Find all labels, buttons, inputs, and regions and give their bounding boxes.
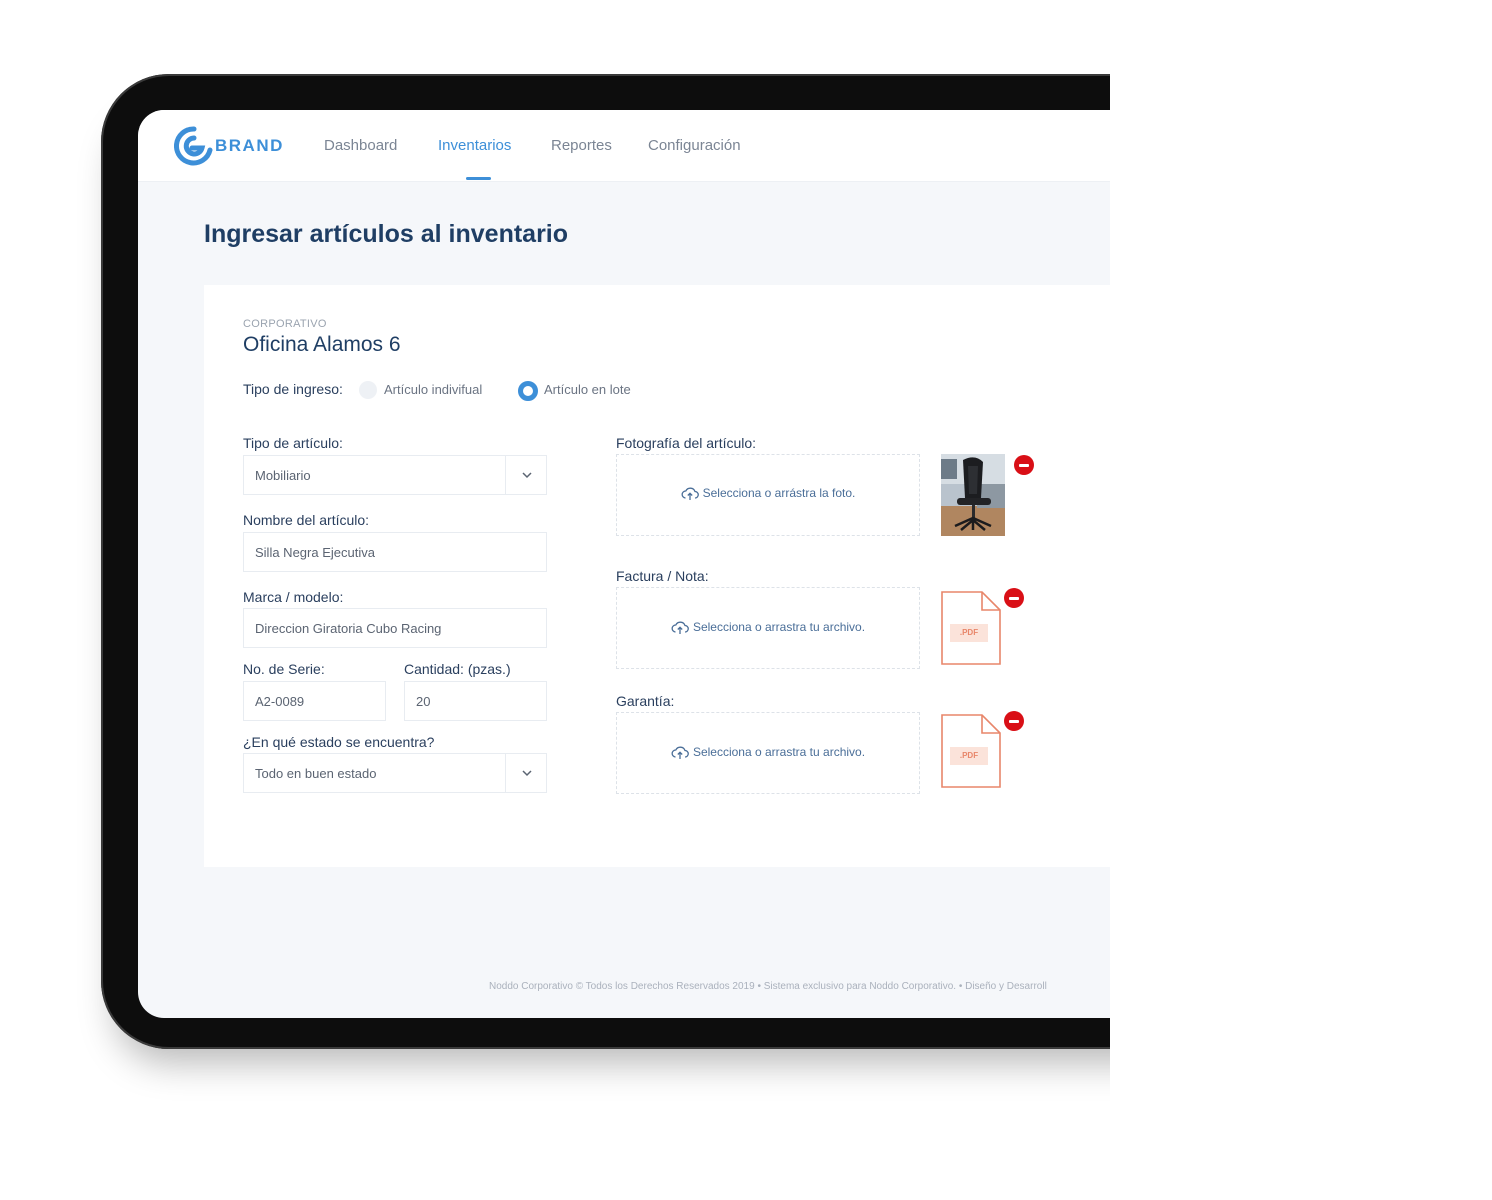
photo-dropzone-text: Selecciona o arrástra la foto. bbox=[702, 486, 856, 500]
brand-model-value: Direccion Giratoria Cubo Racing bbox=[255, 621, 442, 636]
article-type-select[interactable]: Mobiliario bbox=[243, 455, 547, 495]
quantity-value: 20 bbox=[416, 694, 431, 709]
warranty-pdf-badge: .PDF bbox=[959, 751, 979, 760]
radio-individual[interactable] bbox=[359, 381, 377, 399]
condition-value: Todo en buen estado bbox=[255, 766, 377, 781]
chevron-down-icon[interactable] bbox=[521, 469, 533, 481]
location-name: Oficina Alamos 6 bbox=[243, 333, 401, 356]
nav-inventarios[interactable]: Inventarios bbox=[438, 137, 511, 154]
location-category: CORPORATIVO bbox=[243, 318, 327, 330]
radio-lote-label[interactable]: Artículo en lote bbox=[544, 382, 631, 397]
article-name-label: Nombre del artículo: bbox=[243, 512, 370, 528]
cloud-upload-icon bbox=[681, 487, 699, 500]
quantity-label: Cantidad: (pzas.) bbox=[404, 661, 511, 677]
chair-photo-thumbnail[interactable] bbox=[941, 454, 1005, 536]
remove-invoice-button[interactable] bbox=[1004, 588, 1024, 608]
remove-photo-button[interactable] bbox=[1014, 455, 1034, 475]
warranty-dropzone[interactable]: Selecciona o arrastra tu archivo. bbox=[616, 712, 920, 794]
article-name-input[interactable]: Silla Negra Ejecutiva bbox=[243, 532, 547, 572]
top-navbar: BRAND Dashboard Inventarios Reportes Con… bbox=[138, 110, 1110, 182]
remove-warranty-button[interactable] bbox=[1004, 711, 1024, 731]
nav-reportes[interactable]: Reportes bbox=[551, 137, 612, 154]
warranty-pdf-file[interactable]: .PDF bbox=[940, 713, 1002, 789]
entry-type-label: Tipo de ingreso: bbox=[243, 381, 343, 397]
brand-logo-icon[interactable] bbox=[174, 126, 214, 166]
cloud-upload-icon bbox=[671, 746, 689, 759]
chevron-down-icon[interactable] bbox=[521, 767, 533, 779]
serial-value: A2-0089 bbox=[255, 694, 305, 709]
nav-configuracion[interactable]: Configuración bbox=[648, 137, 741, 154]
nav-active-indicator bbox=[466, 177, 491, 180]
warranty-dropzone-text: Selecciona o arrastra tu archivo. bbox=[692, 745, 866, 759]
footer-copyright: Noddo Corporativo © Todos los Derechos R… bbox=[489, 981, 1047, 992]
app-screen: BRAND Dashboard Inventarios Reportes Con… bbox=[138, 110, 1110, 1018]
warranty-label: Garantía: bbox=[616, 693, 675, 709]
article-type-value: Mobiliario bbox=[255, 468, 311, 483]
photo-label: Fotografía del artículo: bbox=[616, 435, 757, 451]
invoice-dropzone[interactable]: Selecciona o arrastra tu archivo. bbox=[616, 587, 920, 669]
serial-input[interactable]: A2-0089 bbox=[243, 681, 386, 721]
brand-model-input[interactable]: Direccion Giratoria Cubo Racing bbox=[243, 608, 547, 648]
photo-dropzone[interactable]: Selecciona o arrástra la foto. bbox=[616, 454, 920, 536]
invoice-dropzone-text: Selecciona o arrastra tu archivo. bbox=[692, 620, 866, 634]
select-divider bbox=[505, 456, 506, 494]
article-name-value: Silla Negra Ejecutiva bbox=[255, 545, 375, 560]
inventory-form-card: CORPORATIVO Oficina Alamos 6 Tipo de ing… bbox=[204, 285, 1110, 867]
condition-label: ¿En qué estado se encuentra? bbox=[243, 734, 435, 750]
serial-label: No. de Serie: bbox=[243, 661, 325, 677]
nav-dashboard[interactable]: Dashboard bbox=[324, 137, 397, 154]
frame-crop-mask bbox=[1110, 0, 1492, 1200]
brand-model-label: Marca / modelo: bbox=[243, 589, 344, 605]
select-divider bbox=[505, 754, 506, 792]
invoice-pdf-file[interactable]: .PDF bbox=[940, 590, 1002, 666]
cloud-upload-icon bbox=[671, 621, 689, 634]
radio-lote[interactable] bbox=[518, 381, 538, 401]
brand-name[interactable]: BRAND bbox=[215, 136, 284, 156]
page-title: Ingresar artículos al inventario bbox=[204, 220, 569, 248]
invoice-label: Factura / Nota: bbox=[616, 568, 709, 584]
condition-select[interactable]: Todo en buen estado bbox=[243, 753, 547, 793]
article-type-label: Tipo de artículo: bbox=[243, 435, 343, 451]
quantity-input[interactable]: 20 bbox=[404, 681, 547, 721]
radio-individual-label[interactable]: Artículo indivifual bbox=[384, 382, 482, 397]
invoice-pdf-badge: .PDF bbox=[959, 628, 979, 637]
stage: BRAND Dashboard Inventarios Reportes Con… bbox=[0, 0, 1492, 1200]
